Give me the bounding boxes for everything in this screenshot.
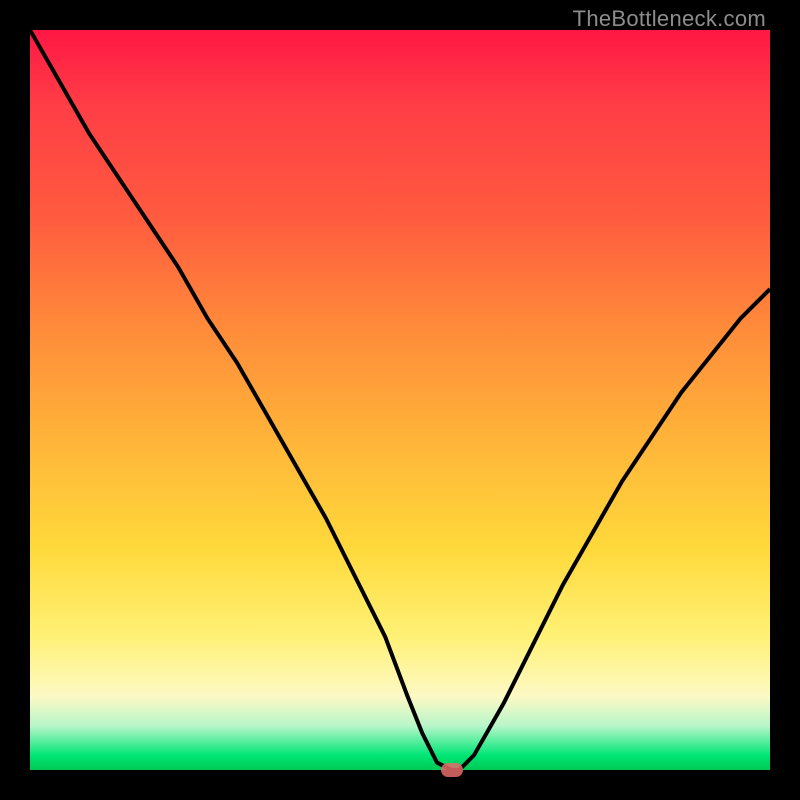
bottleneck-curve <box>30 30 770 770</box>
watermark-label: TheBottleneck.com <box>573 6 766 32</box>
plot-area <box>30 30 770 770</box>
optimal-marker <box>441 763 463 777</box>
chart-stage: TheBottleneck.com <box>0 0 800 800</box>
